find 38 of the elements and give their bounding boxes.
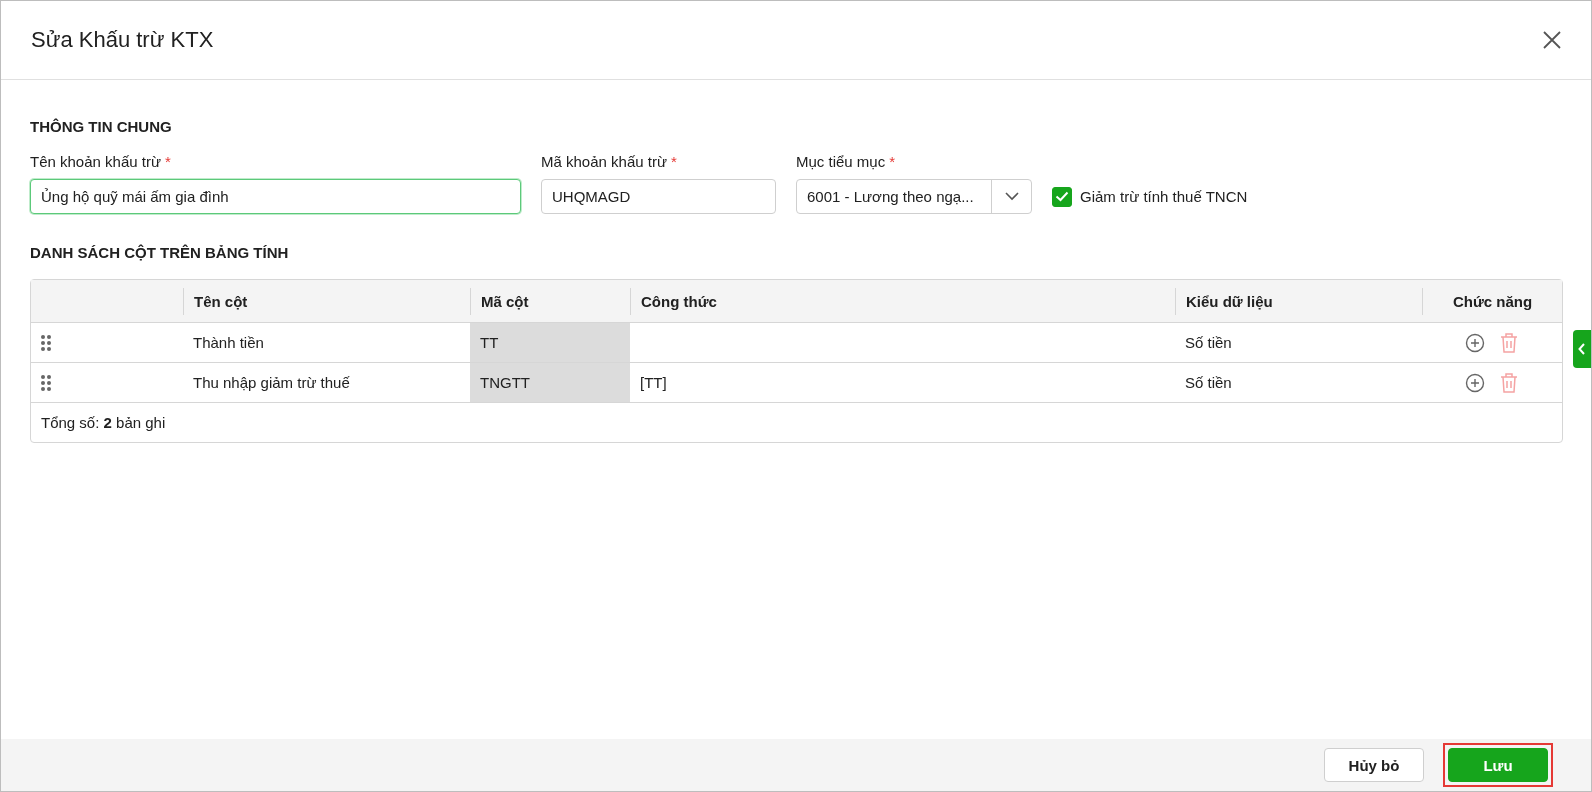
required-mark: * xyxy=(164,153,171,170)
table-cell-text: [TT] xyxy=(639,373,668,393)
close-button[interactable] xyxy=(1541,29,1563,51)
side-panel-toggle[interactable] xyxy=(1573,330,1591,368)
drag-handle-icon[interactable] xyxy=(41,333,51,352)
table-cell: TT xyxy=(470,323,630,362)
section-heading: THÔNG TIN CHUNG xyxy=(30,118,173,135)
input-field[interactable]: UHQMAGD xyxy=(541,179,776,214)
table-cell-text: Số tiền xyxy=(1184,333,1233,353)
table-cell: TNGTT xyxy=(470,363,630,402)
dropdown-field[interactable]: 6001 - Lương theo ngạ... xyxy=(796,179,1032,214)
section-heading: DANH SÁCH CỘT TRÊN BẢNG TÍNH xyxy=(30,244,290,261)
checkmark-icon xyxy=(1055,191,1069,202)
table-cell-text: Thành tiền xyxy=(192,333,265,353)
required-mark: * xyxy=(670,153,677,170)
checkbox-label: Giảm trừ tính thuế TNCN xyxy=(1080,188,1248,205)
close-icon xyxy=(1541,29,1563,51)
field-label: Mã khoản khấu trừ xyxy=(541,153,667,170)
table-cell-text: Thu nhập giảm trừ thuế xyxy=(192,373,351,393)
input-field[interactable]: Ủng hộ quỹ mái ấm gia đình xyxy=(30,179,521,214)
chevron-left-icon xyxy=(1578,343,1586,355)
column-header: Chức năng xyxy=(1422,288,1562,315)
column-header: Kiểu dữ liệu xyxy=(1175,288,1422,315)
dialog-title: Sửa Khấu trừ KTX xyxy=(31,27,214,53)
required-mark: * xyxy=(889,153,896,170)
column-header: Công thức xyxy=(630,288,1175,315)
record-count: Tổng số: 2 bản ghi xyxy=(41,414,166,431)
column-header: Tên cột xyxy=(183,288,470,315)
column-header: Mã cột xyxy=(470,288,630,315)
drag-handle-icon[interactable] xyxy=(41,373,51,392)
cancel-button[interactable]: Hủy bỏ xyxy=(1324,748,1424,782)
table-cell-text: Số tiền xyxy=(1184,373,1233,393)
field-label: Tên khoản khấu trừ xyxy=(30,153,161,170)
checkbox[interactable] xyxy=(1052,186,1072,207)
add-row-button[interactable] xyxy=(1465,372,1485,393)
add-row-button[interactable] xyxy=(1465,332,1485,353)
field-label: Mục tiểu mục xyxy=(796,153,886,170)
chevron-down-icon xyxy=(1004,192,1019,201)
